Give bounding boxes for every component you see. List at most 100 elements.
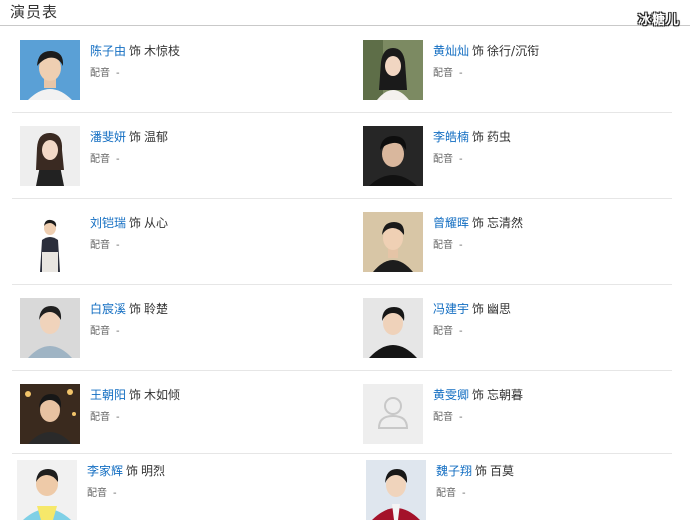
actor-name-link[interactable]: 潘斐妍 [90,130,126,144]
actor-photo[interactable] [363,212,423,272]
actor-photo[interactable] [17,460,77,520]
cast-name-line: 李皓楠饰药虫 [433,128,511,145]
row-divider [12,370,672,371]
actor-name-link[interactable]: 黄雯卿 [433,388,469,402]
role-name: 木如倾 [144,388,181,402]
voice-label: 配音 [436,488,456,499]
voice-label: 配音 [90,68,110,79]
voice-label: 配音 [90,240,110,251]
voice-actor: - [462,488,466,499]
actor-name-link[interactable]: 曾耀晖 [433,216,469,230]
actor-photo[interactable] [363,40,423,100]
cast-item: 曾耀晖饰忘清然 配音 - [363,212,663,282]
voice-label: 配音 [90,326,110,337]
voice-label: 配音 [433,326,453,337]
voice-line: 配音 - [433,64,463,79]
voice-actor: - [116,412,120,423]
cast-name-line: 刘铠瑞饰从心 [90,214,168,231]
as-label: 饰 [129,130,142,144]
voice-line: 配音 - [90,64,120,79]
cast-item: 魏子翔饰百莫 配音 - [366,460,666,525]
actor-name-link[interactable]: 黄灿灿 [433,44,469,58]
row-divider [12,198,672,199]
voice-line: 配音 - [433,150,463,165]
actor-photo[interactable] [363,298,423,358]
cast-name-line: 潘斐妍饰温郁 [90,128,168,145]
actor-name-link[interactable]: 李家辉 [87,464,123,478]
voice-line: 配音 - [433,236,463,251]
actor-name-link[interactable]: 王朝阳 [90,388,126,402]
cast-name-line: 黄灿灿饰徐行/沉衔 [433,42,539,59]
voice-line: 配音 - [433,322,463,337]
as-label: 饰 [472,302,485,316]
cast-list-header: 演员表 冰糖儿 [0,0,690,28]
watermark: 冰糖儿 [637,13,680,28]
voice-actor: - [116,240,120,251]
actor-photo[interactable] [366,460,426,520]
voice-line: 配音 - [433,408,463,423]
row-divider [12,284,672,285]
voice-line: 配音 - [436,484,466,499]
cast-name-line: 冯建宇饰幽思 [433,300,511,317]
actor-name-link[interactable]: 李皓楠 [433,130,469,144]
voice-label: 配音 [433,154,453,165]
role-name: 百莫 [490,464,515,478]
cast-name-line: 陈子由饰木惊枝 [90,42,180,59]
actor-name-link[interactable]: 刘铠瑞 [90,216,126,230]
role-name: 明烈 [141,464,166,478]
cast-item: 王朝阳饰木如倾 配音 - [20,384,320,454]
role-name: 幽思 [487,302,512,316]
voice-actor: - [116,154,120,165]
role-name: 忘朝暮 [487,388,524,402]
as-label: 饰 [129,388,142,402]
as-label: 饰 [129,302,142,316]
voice-actor: - [459,240,463,251]
actor-photo[interactable] [20,298,80,358]
voice-line: 配音 - [90,322,120,337]
as-label: 饰 [472,130,485,144]
row-divider [12,112,672,113]
actor-photo[interactable] [20,126,80,186]
role-name: 木惊枝 [144,44,181,58]
voice-actor: - [459,154,463,165]
voice-line: 配音 - [90,150,120,165]
voice-label: 配音 [433,412,453,423]
cast-name-line: 曾耀晖饰忘清然 [433,214,523,231]
actor-photo[interactable] [20,212,80,272]
voice-line: 配音 - [90,236,120,251]
cast-item: 李家辉饰明烈 配音 - [17,460,317,525]
voice-label: 配音 [87,488,107,499]
cast-item: 黄灿灿饰徐行/沉衔 配音 - [363,40,663,110]
cast-item: 冯建宇饰幽思 配音 - [363,298,663,368]
cast-item: 潘斐妍饰温郁 配音 - [20,126,320,196]
as-label: 饰 [129,216,142,230]
as-label: 饰 [472,388,485,402]
role-name: 徐行/沉衔 [487,44,540,58]
default-avatar-icon[interactable] [363,384,423,444]
cast-name-line: 李家辉饰明烈 [87,462,165,479]
voice-actor: - [116,68,120,79]
actor-photo[interactable] [20,384,80,444]
voice-actor: - [459,412,463,423]
cast-item: 陈子由饰木惊枝 配音 - [20,40,320,110]
voice-actor: - [459,326,463,337]
role-name: 忘清然 [487,216,524,230]
page-title: 演员表 [10,3,59,21]
actor-photo[interactable] [363,126,423,186]
as-label: 饰 [126,464,139,478]
actor-name-link[interactable]: 白宸溪 [90,302,126,316]
actor-name-link[interactable]: 陈子由 [90,44,126,58]
cast-name-line: 黄雯卿饰忘朝暮 [433,386,523,403]
cast-name-line: 魏子翔饰百莫 [436,462,514,479]
voice-actor: - [113,488,117,499]
voice-actor: - [116,326,120,337]
cast-item: 刘铠瑞饰从心 配音 - [20,212,320,282]
actor-photo[interactable] [20,40,80,100]
actor-name-link[interactable]: 魏子翔 [436,464,472,478]
actor-name-link[interactable]: 冯建宇 [433,302,469,316]
voice-label: 配音 [90,412,110,423]
voice-label: 配音 [433,68,453,79]
cast-name-line: 王朝阳饰木如倾 [90,386,180,403]
voice-label: 配音 [90,154,110,165]
cast-name-line: 白宸溪饰聆楚 [90,300,168,317]
